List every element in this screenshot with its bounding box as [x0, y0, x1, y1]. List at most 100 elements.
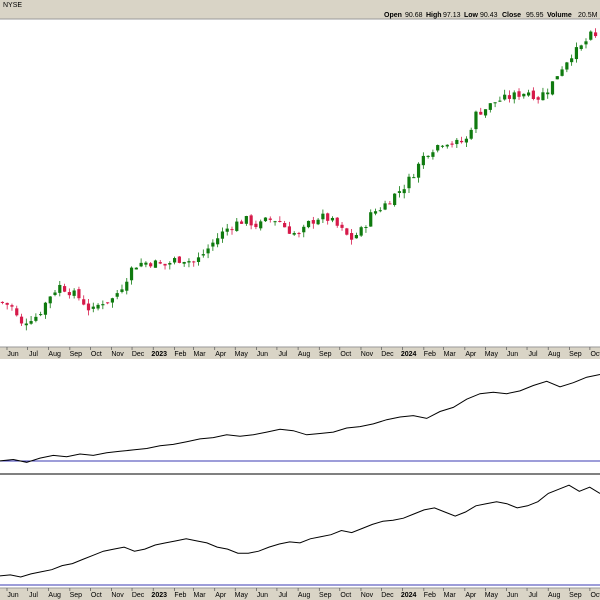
candle-body: [498, 100, 502, 102]
volume-label: Volume: [547, 12, 572, 19]
candle: [326, 212, 330, 225]
candle-body: [369, 212, 373, 227]
volume-value: 20.5M: [578, 12, 598, 19]
candle: [168, 261, 172, 270]
ohlc-readout: Open 90.68 High 97.13 Low 90.43 Close 95…: [384, 12, 598, 19]
candle-body: [254, 223, 258, 228]
candle-body: [216, 238, 220, 245]
candle-body: [153, 260, 158, 268]
candle-body: [335, 217, 339, 226]
x-tick-label: Jul: [29, 592, 38, 599]
x-tick-label: Jun: [507, 351, 518, 358]
candle: [546, 88, 550, 99]
candle-body: [517, 91, 521, 97]
candle-body: [546, 92, 550, 95]
candle: [560, 66, 564, 77]
candle: [273, 220, 277, 226]
x-tick-label: May: [485, 592, 499, 599]
candle-body: [230, 229, 234, 231]
x-tick-label: Feb: [424, 592, 436, 599]
candle: [249, 214, 253, 230]
candle: [503, 89, 507, 101]
candle: [555, 76, 559, 80]
candle: [306, 220, 311, 229]
candle-body: [163, 263, 167, 266]
candle: [206, 244, 210, 259]
candle-body: [316, 219, 320, 225]
candle: [460, 136, 464, 144]
x-tick-label: Aug: [298, 592, 311, 599]
candle: [349, 229, 354, 245]
candle: [378, 207, 382, 213]
candle-body: [139, 262, 143, 267]
x-tick-label: Aug: [548, 592, 561, 599]
candle-body: [120, 289, 124, 292]
candle-body: [158, 262, 162, 264]
x-tick-label: Dec: [381, 592, 394, 599]
x-tick-label: Mar: [194, 351, 207, 358]
x-tick-label: 2023: [151, 592, 167, 599]
low-label: Low: [464, 12, 479, 19]
candle-body: [86, 303, 91, 311]
x-tick-label: Oct: [340, 351, 351, 358]
candle-body: [168, 263, 172, 265]
candle-body: [388, 203, 392, 205]
x-tick-label: 2024: [401, 351, 417, 358]
candle: [106, 302, 110, 305]
x-tick-label: Sep: [70, 592, 83, 599]
candle-body: [412, 177, 416, 179]
candle-body: [10, 305, 14, 307]
candle: [201, 249, 205, 258]
candle-body: [82, 299, 86, 305]
candle: [416, 162, 421, 183]
candle: [15, 305, 19, 317]
open-label: Open: [384, 12, 402, 19]
exchange-label: NYSE: [3, 2, 22, 9]
candle: [474, 110, 478, 133]
candle: [412, 173, 416, 179]
candle: [464, 136, 469, 148]
candle: [268, 216, 272, 223]
candle-body: [402, 189, 406, 194]
x-tick-label: Jul: [278, 351, 287, 358]
candle-body: [321, 213, 325, 220]
candle-body: [106, 302, 110, 304]
candle: [450, 141, 454, 148]
candle: [373, 208, 378, 216]
x-tick-label: Apr: [465, 592, 477, 599]
indicator-panel-2: [0, 484, 600, 586]
candle: [177, 256, 181, 264]
candle-body: [455, 139, 459, 145]
candle: [570, 54, 574, 66]
candle: [96, 303, 100, 311]
x-tick-label: Jul: [29, 351, 38, 358]
candle-body: [239, 221, 244, 224]
candle: [196, 252, 201, 266]
candle-body: [522, 93, 526, 97]
candle: [407, 173, 411, 194]
candle: [493, 102, 497, 108]
candle: [115, 290, 119, 300]
x-tick-label: Feb: [174, 351, 186, 358]
candle-body: [235, 221, 239, 231]
indicator-1-line: [0, 374, 600, 463]
candle-body: [134, 267, 138, 270]
candle-body: [479, 111, 483, 115]
candle: [541, 87, 545, 101]
candle: [335, 217, 339, 228]
candle-body: [330, 217, 335, 221]
candle-body: [541, 92, 545, 101]
candle: [187, 258, 191, 268]
candle: [455, 138, 459, 148]
candle: [91, 302, 95, 313]
candle-body: [359, 227, 363, 236]
candle: [86, 299, 91, 316]
candle-body: [345, 228, 349, 235]
candle: [48, 296, 52, 309]
candle-body: [5, 302, 9, 305]
candle: [574, 42, 579, 63]
candle-body: [464, 138, 469, 143]
x-tick-label: Aug: [298, 351, 311, 358]
candle: [479, 107, 483, 115]
candle-body: [173, 258, 177, 263]
